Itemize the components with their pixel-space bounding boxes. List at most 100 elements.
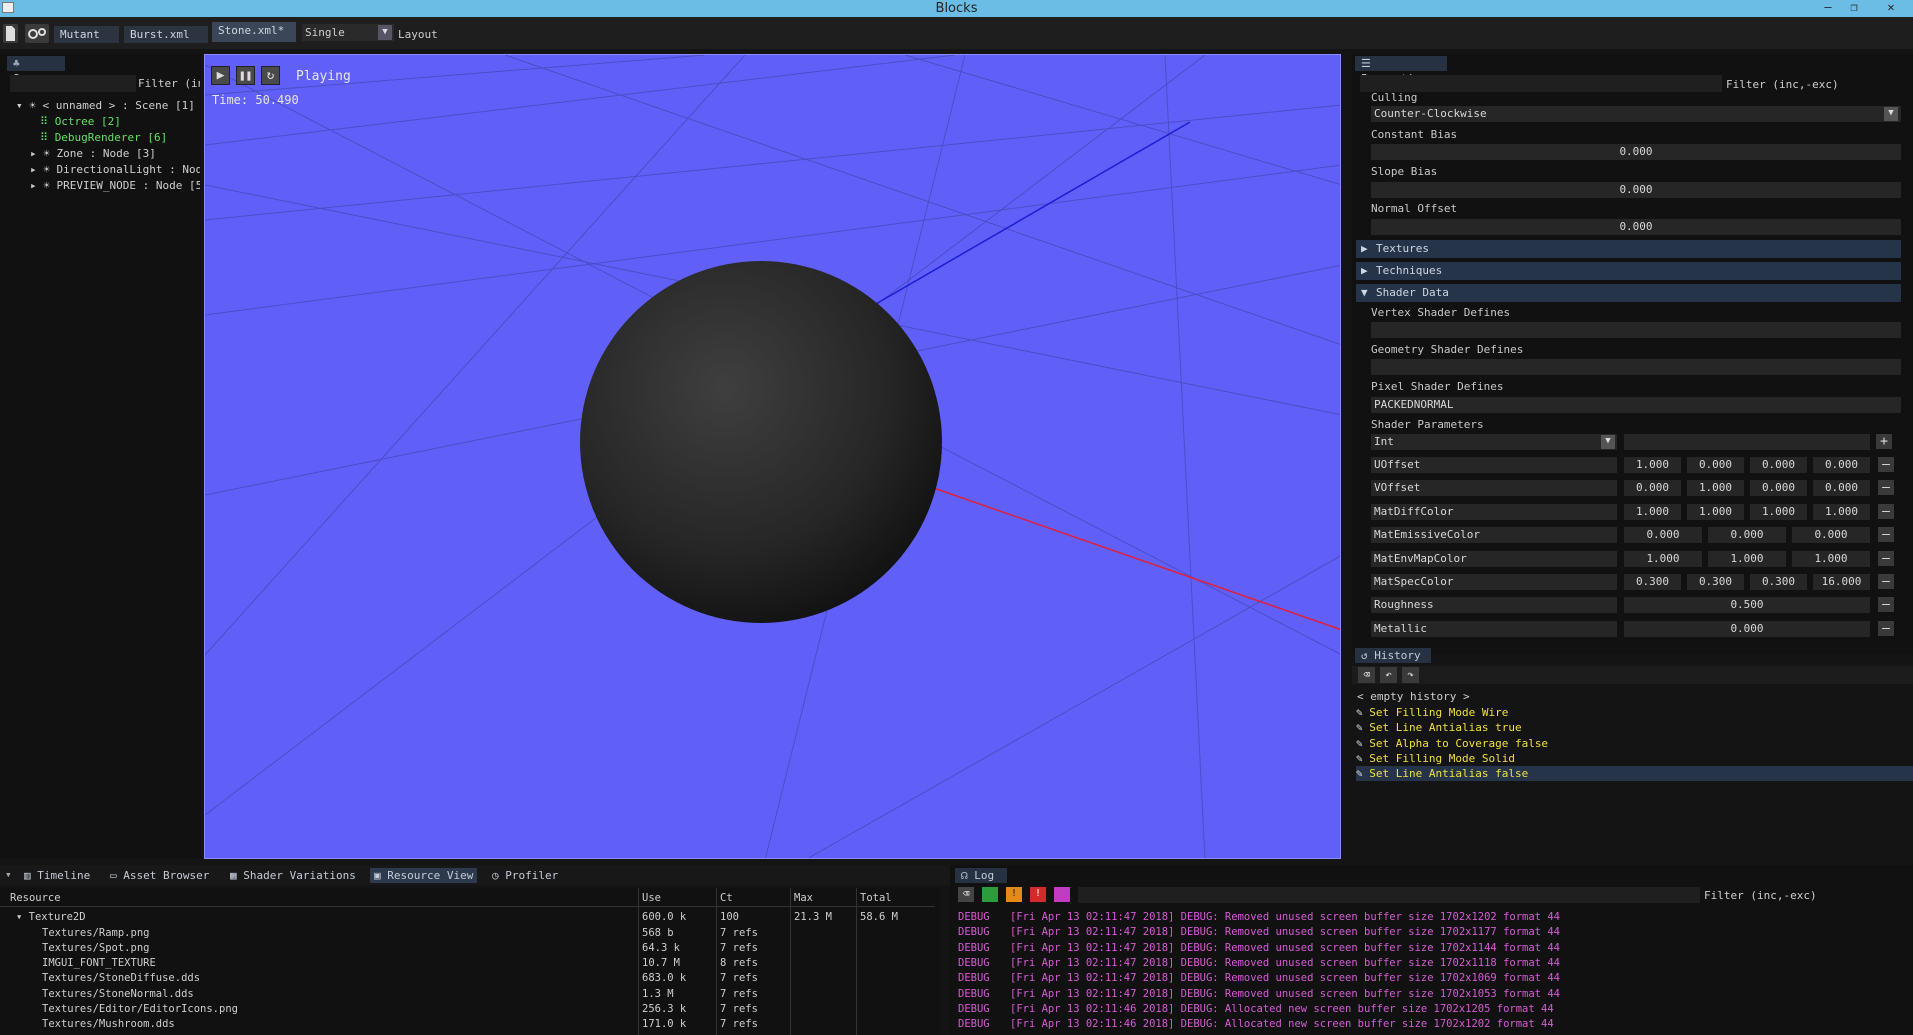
history-item[interactable]: ✎ Set Line Antialias false	[1356, 766, 1913, 782]
log-message[interactable]: [Fri Apr 13 02:11:47 2018] DEBUG: Remove…	[1010, 956, 1560, 971]
minimize-icon[interactable]: –	[1817, 0, 1839, 17]
param-value-field[interactable]: 1.000	[1813, 503, 1870, 520]
log-message[interactable]: [Fri Apr 13 02:11:47 2018] DEBUG: Remove…	[1010, 971, 1560, 986]
clear-log-icon[interactable]: ⌫	[958, 887, 974, 902]
tab-stone[interactable]: Stone.xml*	[212, 22, 296, 42]
section-textures[interactable]: ▶ Textures	[1356, 240, 1901, 258]
remove-param-button[interactable]: –	[1878, 550, 1894, 566]
resource-row-name[interactable]: Textures/Editor/EditorIcons.png	[42, 1002, 238, 1017]
tab-scene[interactable]: ♣ Scene	[7, 56, 65, 85]
tree-item-octree[interactable]: ⠿ Octree [2]	[40, 114, 121, 129]
tab-timeline[interactable]: ▥ Timeline	[20, 868, 94, 883]
param-value-field[interactable]: 0.000	[1750, 480, 1807, 497]
layout-select[interactable]: Single ▼	[302, 24, 394, 41]
param-value-field[interactable]: 0.300	[1624, 574, 1681, 590]
param-name-field[interactable]: Metallic	[1371, 620, 1617, 637]
resource-row-name[interactable]: Textures/Spot.png	[42, 941, 149, 956]
log-message[interactable]: [Fri Apr 13 02:11:47 2018] DEBUG: Remove…	[1010, 987, 1560, 1002]
param-name-field[interactable]: MatEmissiveColor	[1371, 527, 1617, 544]
section-techniques[interactable]: ▶ Techniques	[1356, 262, 1901, 280]
chevron-down-icon[interactable]: ▼	[378, 25, 392, 40]
new-param-name-input[interactable]	[1624, 434, 1870, 450]
param-value-field[interactable]: 1.000	[1624, 550, 1702, 567]
col-header-total[interactable]: Total	[860, 891, 892, 906]
new-file-icon[interactable]	[3, 24, 18, 43]
resource-row-name[interactable]: Textures/StoneDiffuse.dds	[42, 971, 200, 986]
remove-param-button[interactable]: –	[1878, 620, 1894, 636]
param-type-select[interactable]: Int ▼	[1371, 434, 1617, 450]
vs-defines-field[interactable]	[1371, 322, 1901, 338]
tree-item-preview-node[interactable]: ▸ ☀ PREVIEW_NODE : Node [5	[30, 178, 200, 193]
caret-down-icon[interactable]: ▾	[16, 99, 23, 112]
history-item[interactable]: ✎ Set Filling Mode Wire	[1356, 705, 1913, 720]
filter-trace-button[interactable]	[1054, 887, 1070, 902]
culling-select[interactable]: Counter-Clockwise ▼	[1371, 106, 1901, 122]
col-header-ct[interactable]: Ct	[720, 891, 733, 906]
resource-row-name[interactable]: IMGUI_FONT_TEXTURE	[42, 956, 156, 971]
tab-asset-browser[interactable]: ▭ Asset Browser	[106, 868, 213, 883]
remove-param-button[interactable]: –	[1878, 597, 1894, 613]
param-value-field[interactable]: 0.500	[1624, 597, 1870, 614]
tree-item-debugrenderer[interactable]: ⠿ DebugRenderer [6]	[40, 130, 167, 145]
clear-history-icon[interactable]: ⌫	[1358, 667, 1375, 683]
param-value-field[interactable]: 0.000	[1624, 620, 1870, 637]
restart-icon[interactable]: ↻	[261, 66, 280, 85]
tab-menu-icon[interactable]: ▾	[5, 868, 12, 881]
param-value-field[interactable]: 0.000	[1708, 527, 1786, 544]
param-value-field[interactable]: 0.000	[1813, 480, 1870, 497]
param-value-field[interactable]: 0.300	[1750, 574, 1807, 590]
param-value-field[interactable]: 0.000	[1813, 457, 1870, 473]
tree-item-directionallight[interactable]: ▸ ☀ DirectionalLight : Nod	[30, 162, 200, 177]
remove-param-button[interactable]: –	[1878, 574, 1894, 589]
param-name-field[interactable]: MatSpecColor	[1371, 574, 1617, 590]
filter-warning-icon[interactable]: !	[1006, 887, 1022, 902]
add-param-button[interactable]: +	[1876, 434, 1892, 449]
chevron-down-icon[interactable]: ▼	[1884, 107, 1898, 121]
ps-defines-field[interactable]: PACKEDNORMAL	[1371, 397, 1901, 413]
resource-row-name[interactable]: Textures/StoneNormal.dds	[42, 987, 194, 1002]
resource-row-name[interactable]: Textures/Ramp.png	[42, 926, 149, 941]
param-value-field[interactable]: 0.000	[1624, 527, 1702, 544]
tab-properties[interactable]: ☰ Properties	[1355, 56, 1447, 85]
constant-bias-field[interactable]: 0.000	[1371, 144, 1901, 160]
param-value-field[interactable]: 0.300	[1687, 574, 1744, 590]
tab-mutant[interactable]: Mutant	[54, 26, 119, 43]
log-filter-input[interactable]	[1078, 887, 1700, 903]
param-value-field[interactable]: 16.000	[1813, 574, 1870, 590]
param-name-field[interactable]: UOffset	[1371, 457, 1617, 473]
col-header-max[interactable]: Max	[794, 891, 813, 906]
undo-icon[interactable]: ↶	[1380, 667, 1397, 683]
play-icon[interactable]: ▶	[211, 66, 230, 85]
col-header-use[interactable]: Use	[642, 891, 661, 906]
param-value-field[interactable]: 0.000	[1792, 527, 1870, 544]
tab-resource-view[interactable]: ▣ Resource View	[370, 868, 478, 883]
param-value-field[interactable]: 0.000	[1750, 457, 1807, 473]
param-value-field[interactable]: 1.000	[1792, 550, 1870, 567]
param-value-field[interactable]: 0.000	[1624, 480, 1681, 497]
tree-item-scene[interactable]: ▾ ☀ < unnamed > : Scene [1]	[16, 98, 195, 113]
tab-burst[interactable]: Burst.xml	[124, 26, 208, 43]
normal-offset-field[interactable]: 0.000	[1371, 219, 1901, 235]
remove-param-button[interactable]: –	[1878, 480, 1894, 496]
gs-defines-field[interactable]	[1371, 359, 1901, 375]
tree-item-zone[interactable]: ▸ ☀ Zone : Node [3]	[30, 146, 156, 161]
col-header-resource[interactable]: Resource	[10, 891, 61, 906]
redo-icon[interactable]: ↷	[1402, 667, 1419, 683]
scene-filter-input[interactable]	[10, 75, 136, 92]
param-name-field[interactable]: MatDiffColor	[1371, 503, 1617, 520]
param-value-field[interactable]: 0.000	[1687, 457, 1744, 473]
slope-bias-field[interactable]: 0.000	[1371, 182, 1901, 198]
log-message[interactable]: [Fri Apr 13 02:11:47 2018] DEBUG: Remove…	[1010, 941, 1560, 956]
resource-group-texture2d[interactable]: ▾ Texture2D	[16, 910, 86, 925]
log-message[interactable]: [Fri Apr 13 02:11:47 2018] DEBUG: Remove…	[1010, 910, 1560, 925]
caret-right-icon[interactable]: ▸	[30, 163, 37, 176]
param-name-field[interactable]: VOffset	[1371, 480, 1617, 497]
history-item[interactable]: ✎ Set Filling Mode Solid	[1356, 751, 1913, 766]
tab-history[interactable]: ↺ History	[1355, 648, 1431, 663]
history-item[interactable]: ✎ Set Alpha to Coverage false	[1356, 736, 1913, 751]
param-name-field[interactable]: Roughness	[1371, 597, 1617, 614]
param-name-field[interactable]: MatEnvMapColor	[1371, 550, 1617, 567]
param-value-field[interactable]: 1.000	[1624, 457, 1681, 473]
param-value-field[interactable]: 1.000	[1708, 550, 1786, 567]
resource-row-name[interactable]: Textures/Mushroom.dds	[42, 1017, 175, 1032]
